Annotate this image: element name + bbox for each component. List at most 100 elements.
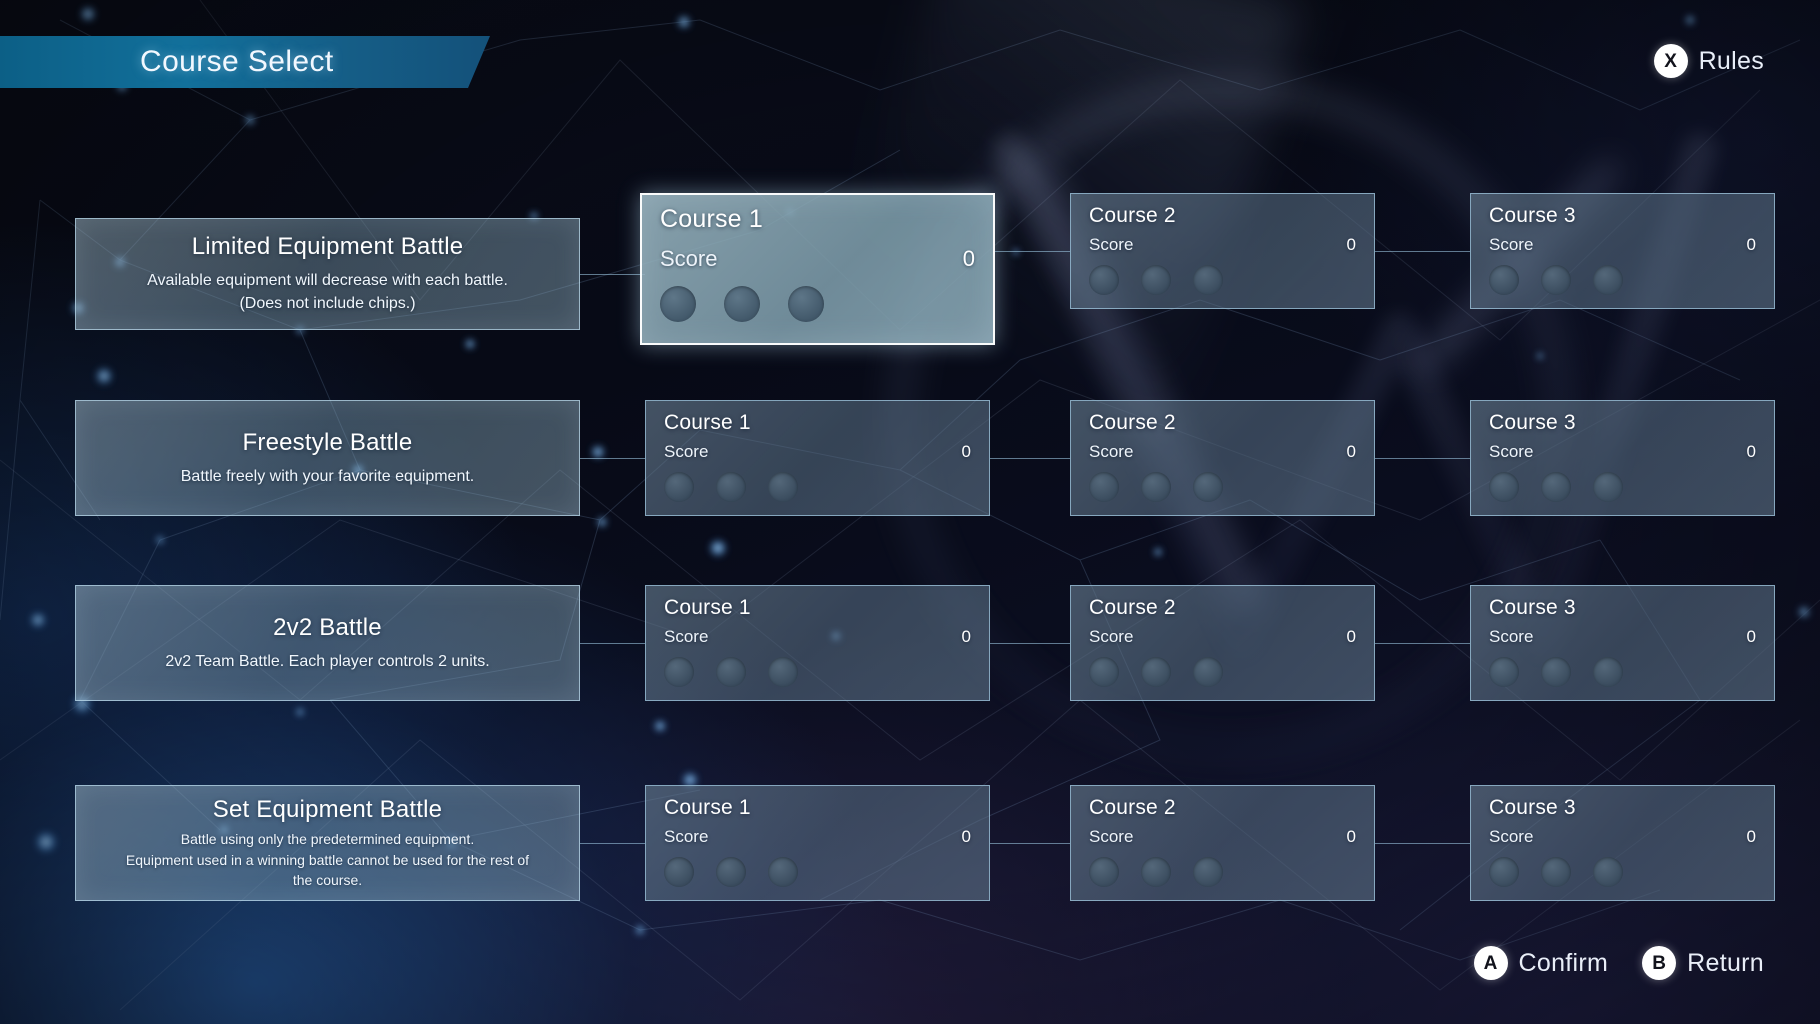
battle-dot bbox=[724, 286, 760, 322]
score-value: 0 bbox=[961, 442, 971, 461]
course-card-title: Course 1 bbox=[664, 796, 751, 819]
battle-dot bbox=[1593, 857, 1623, 887]
course-card-1-1[interactable]: Course 1 Score 0 bbox=[640, 193, 995, 345]
battle-dot bbox=[1193, 657, 1223, 687]
course-card-score-row: Score 0 bbox=[1089, 442, 1356, 462]
course-card-score-row: Score 0 bbox=[664, 442, 971, 462]
course-card-score-row: Score 0 bbox=[664, 827, 971, 847]
a-button-icon: A bbox=[1473, 946, 1508, 980]
battle-dot bbox=[1141, 857, 1171, 887]
battle-dot bbox=[1193, 265, 1223, 295]
score-label: Score bbox=[1089, 827, 1134, 846]
battle-progress-dots bbox=[1089, 857, 1356, 887]
course-card-2-2[interactable]: Course 2 Score 0 bbox=[1070, 400, 1375, 516]
battle-dot bbox=[1193, 857, 1223, 887]
battle-dot bbox=[664, 857, 694, 887]
score-label: Score bbox=[1489, 627, 1534, 646]
battle-progress-dots bbox=[664, 472, 971, 502]
confirm-button[interactable]: A Confirm bbox=[1473, 946, 1609, 980]
course-card-title: Course 2 bbox=[1089, 596, 1176, 619]
battle-dot bbox=[716, 472, 746, 502]
connector-line bbox=[580, 843, 645, 844]
battle-dot bbox=[1141, 657, 1171, 687]
mode-panel-1[interactable]: Limited Equipment Battle Available equipm… bbox=[75, 218, 580, 330]
mode-title: Limited Equipment Battle bbox=[191, 233, 464, 261]
battle-progress-dots bbox=[1489, 472, 1756, 502]
course-card-title: Course 3 bbox=[1489, 796, 1576, 819]
course-card-1-2[interactable]: Course 2 Score 0 bbox=[1070, 193, 1375, 309]
course-card-score-row: Score 0 bbox=[1489, 442, 1756, 462]
battle-progress-dots bbox=[664, 657, 971, 687]
course-card-3-3[interactable]: Course 3 Score 0 bbox=[1470, 585, 1775, 701]
battle-progress-dots bbox=[1089, 657, 1356, 687]
connector-line bbox=[995, 251, 1070, 252]
score-label: Score bbox=[664, 827, 709, 846]
mode-title: Freestyle Battle bbox=[242, 428, 413, 456]
score-label: Score bbox=[1089, 627, 1134, 646]
mode-description-line: (Does not include chips.) bbox=[239, 295, 416, 312]
course-card-title: Course 3 bbox=[1489, 596, 1576, 619]
course-card-2-3[interactable]: Course 3 Score 0 bbox=[1470, 400, 1775, 516]
battle-dot bbox=[1541, 857, 1571, 887]
course-card-3-2[interactable]: Course 2 Score 0 bbox=[1070, 585, 1375, 701]
course-card-title: Course 1 bbox=[664, 596, 751, 619]
mode-description-line: Available equipment will decrease with e… bbox=[147, 272, 508, 290]
battle-dot bbox=[1489, 657, 1519, 687]
battle-dot bbox=[1593, 265, 1623, 295]
battle-dot bbox=[1489, 472, 1519, 502]
score-value: 0 bbox=[1746, 827, 1756, 846]
battle-progress-dots bbox=[1489, 857, 1756, 887]
battle-progress-dots bbox=[1089, 265, 1356, 295]
course-card-score-row: Score 0 bbox=[1489, 627, 1756, 647]
course-card-4-3[interactable]: Course 3 Score 0 bbox=[1470, 785, 1775, 901]
score-value: 0 bbox=[1346, 827, 1356, 846]
course-card-4-2[interactable]: Course 2 Score 0 bbox=[1070, 785, 1375, 901]
score-label: Score bbox=[664, 627, 709, 646]
connector-line bbox=[580, 274, 645, 275]
mode-description-line: Battle using only the predetermined equi… bbox=[180, 831, 475, 848]
battle-dot bbox=[768, 857, 798, 887]
battle-dot bbox=[1541, 657, 1571, 687]
course-card-2-1[interactable]: Course 1 Score 0 bbox=[645, 400, 990, 516]
course-card-title: Course 1 bbox=[664, 411, 751, 434]
course-card-4-1[interactable]: Course 1 Score 0 bbox=[645, 785, 990, 901]
course-card-score-row: Score 0 bbox=[1489, 235, 1756, 255]
course-card-title: Course 2 bbox=[1089, 204, 1176, 227]
mode-panel-2[interactable]: Freestyle Battle Battle freely with your … bbox=[75, 400, 580, 516]
mode-description-line: the course. bbox=[292, 872, 363, 889]
return-label: Return bbox=[1687, 948, 1764, 977]
connector-line bbox=[1375, 643, 1470, 644]
score-label: Score bbox=[1089, 235, 1134, 254]
mode-description-line: 2v2 Team Battle. Each player controls 2 … bbox=[165, 652, 490, 670]
battle-progress-dots bbox=[660, 286, 975, 322]
course-card-title: Course 2 bbox=[1089, 796, 1176, 819]
score-value: 0 bbox=[1746, 442, 1756, 461]
score-value: 0 bbox=[1346, 235, 1356, 254]
mode-panel-3[interactable]: 2v2 Battle 2v2 Team Battle. Each player c… bbox=[75, 585, 580, 701]
battle-dot bbox=[1593, 472, 1623, 502]
mode-description-line: Equipment used in a winning battle canno… bbox=[125, 851, 530, 868]
b-button-icon: B bbox=[1642, 946, 1677, 980]
battle-dot bbox=[1593, 657, 1623, 687]
connector-line bbox=[580, 458, 645, 459]
course-card-1-3[interactable]: Course 3 Score 0 bbox=[1470, 193, 1775, 309]
course-card-3-1[interactable]: Course 1 Score 0 bbox=[645, 585, 990, 701]
battle-dot bbox=[660, 286, 696, 322]
mode-panel-4[interactable]: Set Equipment Battle Battle using only th… bbox=[75, 785, 580, 901]
battle-dot bbox=[1489, 265, 1519, 295]
course-card-score-row: Score 0 bbox=[1089, 627, 1356, 647]
connector-line bbox=[1375, 843, 1470, 844]
score-label: Score bbox=[1489, 442, 1534, 461]
score-label: Score bbox=[660, 246, 718, 271]
connector-line bbox=[580, 643, 645, 644]
battle-dot bbox=[1089, 472, 1119, 502]
course-card-title: Course 1 bbox=[660, 205, 764, 233]
battle-dot bbox=[1089, 657, 1119, 687]
return-button[interactable]: B Return bbox=[1642, 946, 1764, 980]
battle-dot bbox=[664, 657, 694, 687]
battle-dot bbox=[788, 286, 824, 322]
score-value: 0 bbox=[1346, 627, 1356, 646]
score-label: Score bbox=[1489, 235, 1534, 254]
confirm-label: Confirm bbox=[1518, 948, 1609, 977]
battle-dot bbox=[1541, 265, 1571, 295]
